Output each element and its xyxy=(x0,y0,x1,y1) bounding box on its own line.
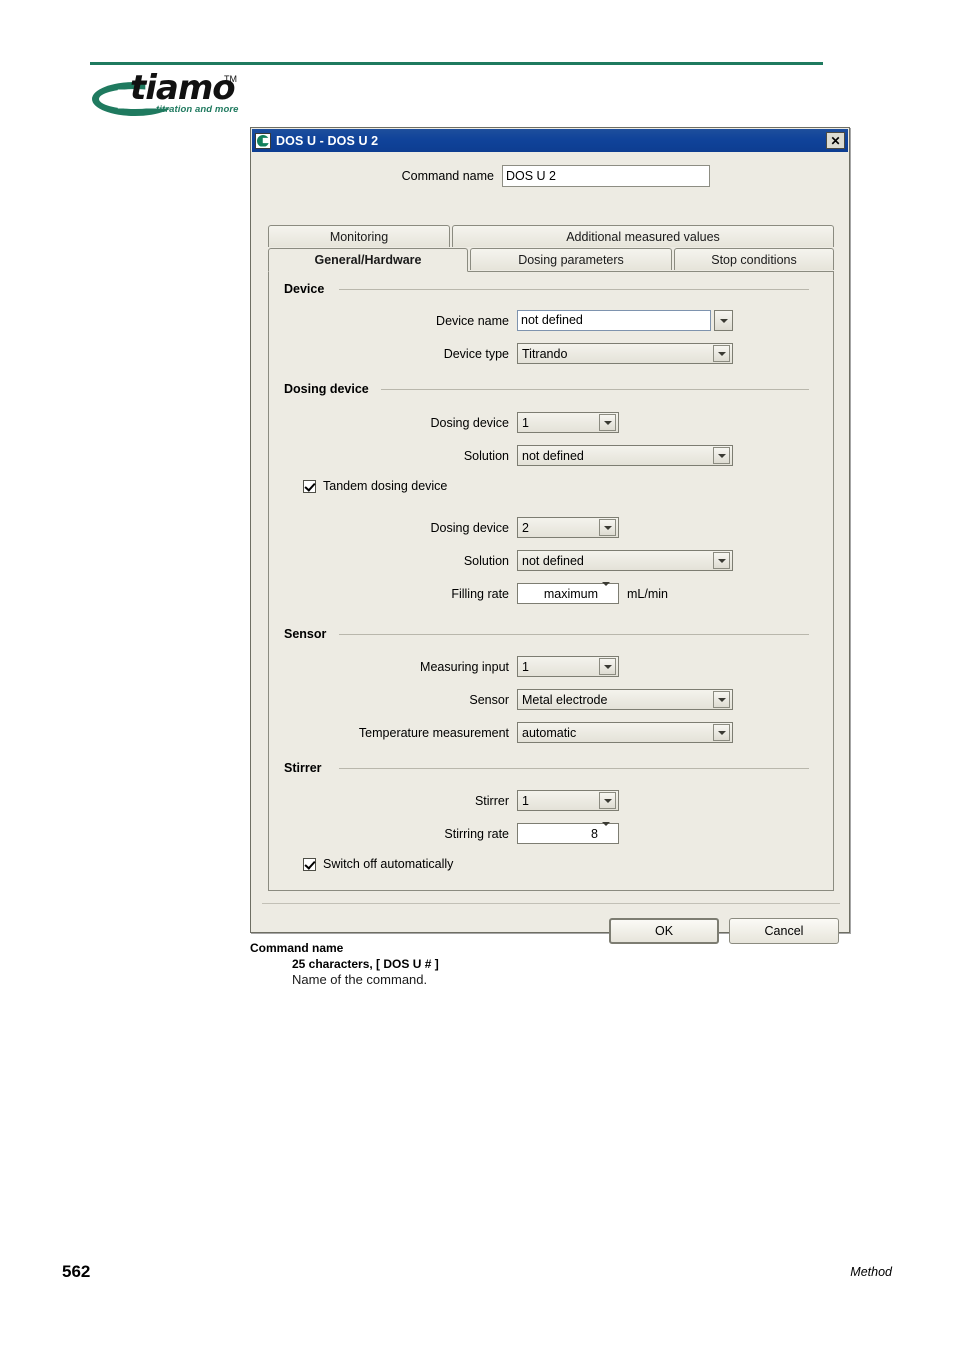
group-line-sensor xyxy=(339,634,809,635)
checkbox-checked-icon[interactable] xyxy=(303,479,316,493)
solution-2-value: not defined xyxy=(522,553,584,568)
sensor-value: Metal electrode xyxy=(522,692,608,707)
chevron-down-icon[interactable] xyxy=(713,691,730,708)
stirring-rate-field[interactable]: 8 xyxy=(517,821,619,844)
chevron-down-icon[interactable] xyxy=(599,519,616,536)
sensor-label: Sensor xyxy=(469,693,509,707)
group-title-device: Device xyxy=(284,282,331,296)
device-name-label: Device name xyxy=(436,314,509,328)
group-title-dosing-device: Dosing device xyxy=(284,382,375,396)
checkbox-checked-icon[interactable] xyxy=(303,857,316,871)
filling-rate-unit: mL/min xyxy=(627,587,668,601)
measuring-input-value: 1 xyxy=(522,659,529,674)
switch-off-automatically-label: Switch off automatically xyxy=(323,857,454,871)
dosing-device-2-value: 2 xyxy=(522,520,529,535)
tab-additional-measured-values[interactable]: Additional measured values xyxy=(452,225,834,247)
command-name-label: Command name xyxy=(401,169,494,183)
dialog-title: DOS U - DOS U 2 xyxy=(276,133,379,148)
device-type-value: Titrando xyxy=(522,346,568,361)
filling-rate-label: Filling rate xyxy=(451,587,509,601)
general-hardware-panel: Device Device name not defined Device ty… xyxy=(268,271,834,891)
dosing-device-2-combo[interactable]: 2 xyxy=(517,517,619,538)
filling-rate-value: maximum xyxy=(543,586,598,601)
chevron-down-icon[interactable] xyxy=(713,552,730,569)
solution-1-combo[interactable]: not defined xyxy=(517,445,733,466)
solution-2-combo[interactable]: not defined xyxy=(517,550,733,571)
temperature-measurement-combo[interactable]: automatic xyxy=(517,722,733,743)
measuring-input-combo[interactable]: 1 xyxy=(517,656,619,677)
stirrer-combo[interactable]: 1 xyxy=(517,790,619,811)
solution-1-label: Solution xyxy=(463,449,509,463)
switch-off-automatically-checkbox[interactable]: Switch off automatically xyxy=(303,857,453,871)
dosing-device-1-value: 1 xyxy=(522,415,529,430)
logo-wordmark: tiamo xyxy=(130,68,236,108)
stirrer-value: 1 xyxy=(522,793,529,808)
chevron-down-icon[interactable] xyxy=(602,581,617,603)
group-line-dosing-device xyxy=(381,389,809,390)
page-number: 562 xyxy=(62,1262,91,1281)
close-icon[interactable]: ✕ xyxy=(826,132,845,149)
caption-constraint: 25 characters, [ DOS U # ] xyxy=(292,957,439,971)
stirring-rate-value: 8 xyxy=(591,826,598,841)
group-title-stirrer: Stirrer xyxy=(284,761,328,775)
chevron-down-icon[interactable] xyxy=(599,658,616,675)
group-title-sensor: Sensor xyxy=(284,627,333,641)
measuring-input-label: Measuring input xyxy=(420,660,509,674)
dosing-device-1-combo[interactable]: 1 xyxy=(517,412,619,433)
chevron-down-icon[interactable] xyxy=(713,724,730,741)
chevron-down-icon[interactable] xyxy=(713,345,730,362)
chevron-down-icon[interactable] xyxy=(599,414,616,431)
stirrer-label: Stirrer xyxy=(474,794,509,808)
group-line-device xyxy=(339,289,809,290)
dialog-titlebar[interactable]: DOS U - DOS U 2 ✕ xyxy=(252,129,848,152)
caption-block: Command name 25 characters, [ DOS U # ] … xyxy=(250,941,770,987)
dialog-body: Command name DOS U 2 Monitoring Addition… xyxy=(252,152,848,944)
group-line-stirrer xyxy=(339,768,809,769)
tab-general-hardware[interactable]: General/Hardware xyxy=(268,248,468,272)
tandem-dosing-device-checkbox[interactable]: Tandem dosing device xyxy=(303,479,447,493)
tab-bar: Monitoring Additional measured values Ge… xyxy=(268,225,834,272)
sensor-combo[interactable]: Metal electrode xyxy=(517,689,733,710)
temperature-measurement-label: Temperature measurement xyxy=(358,726,509,740)
tab-monitoring[interactable]: Monitoring xyxy=(268,225,450,247)
tab-stop-conditions[interactable]: Stop conditions xyxy=(674,248,834,270)
filling-rate-field[interactable]: maximum xyxy=(517,581,619,604)
device-type-combo[interactable]: Titrando xyxy=(517,343,733,364)
device-name-value[interactable]: not defined xyxy=(517,310,711,331)
command-name-input[interactable]: DOS U 2 xyxy=(502,165,710,187)
stirring-rate-label: Stirring rate xyxy=(444,827,509,841)
solution-1-value: not defined xyxy=(522,448,584,463)
dosing-device-1-label: Dosing device xyxy=(430,416,509,430)
tiamo-app-icon xyxy=(255,132,271,149)
caption-description: Name of the command. xyxy=(292,972,428,987)
tandem-dosing-device-label: Tandem dosing device xyxy=(323,479,448,493)
chevron-down-icon[interactable] xyxy=(602,821,617,843)
chevron-down-icon[interactable] xyxy=(599,792,616,809)
chevron-down-icon[interactable] xyxy=(713,447,730,464)
header-rule xyxy=(90,62,823,65)
tab-dosing-parameters[interactable]: Dosing parameters xyxy=(470,248,672,270)
temperature-measurement-value: automatic xyxy=(522,725,577,740)
footer-section-label: Method xyxy=(850,1265,892,1279)
button-bar-separator xyxy=(262,903,840,904)
chevron-down-icon[interactable] xyxy=(714,310,733,331)
logo-tagline: titration and more xyxy=(156,104,239,115)
tab-row-bottom: General/Hardware Dosing parameters Stop … xyxy=(268,248,834,272)
tiamo-logo: tiamo TM titration and more xyxy=(92,68,242,120)
solution-2-label: Solution xyxy=(463,554,509,568)
dosing-device-2-label: Dosing device xyxy=(430,521,509,535)
dos-u-dialog: DOS U - DOS U 2 ✕ Command name DOS U 2 M… xyxy=(250,127,850,944)
device-name-combo[interactable]: not defined xyxy=(517,310,733,331)
tab-row-top: Monitoring Additional measured values xyxy=(268,225,834,247)
command-name-row: Command name DOS U 2 xyxy=(252,165,848,189)
device-type-label: Device type xyxy=(443,347,509,361)
logo-trademark-icon: TM xyxy=(224,74,237,84)
caption-term: Command name xyxy=(250,941,344,955)
